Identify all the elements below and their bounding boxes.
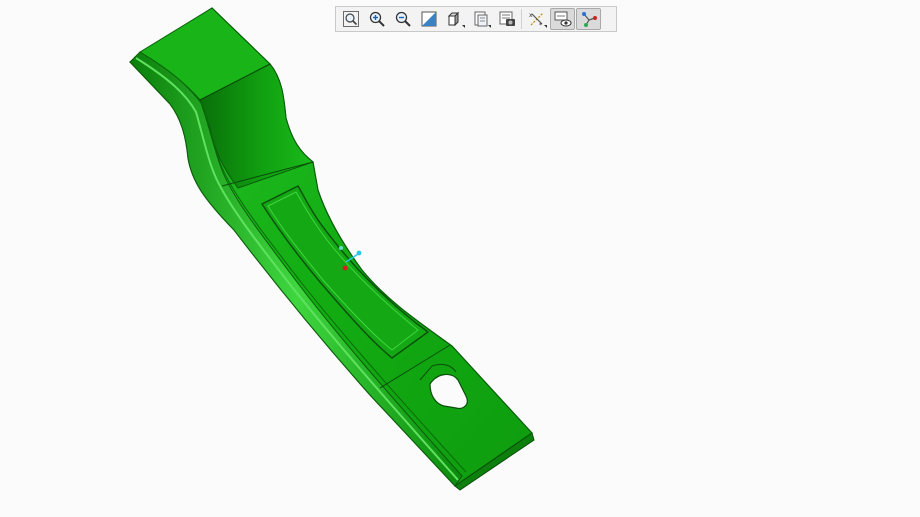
graphics-window[interactable]: x * [0,0,920,517]
sheetmetal-bracket-model[interactable] [0,0,920,517]
